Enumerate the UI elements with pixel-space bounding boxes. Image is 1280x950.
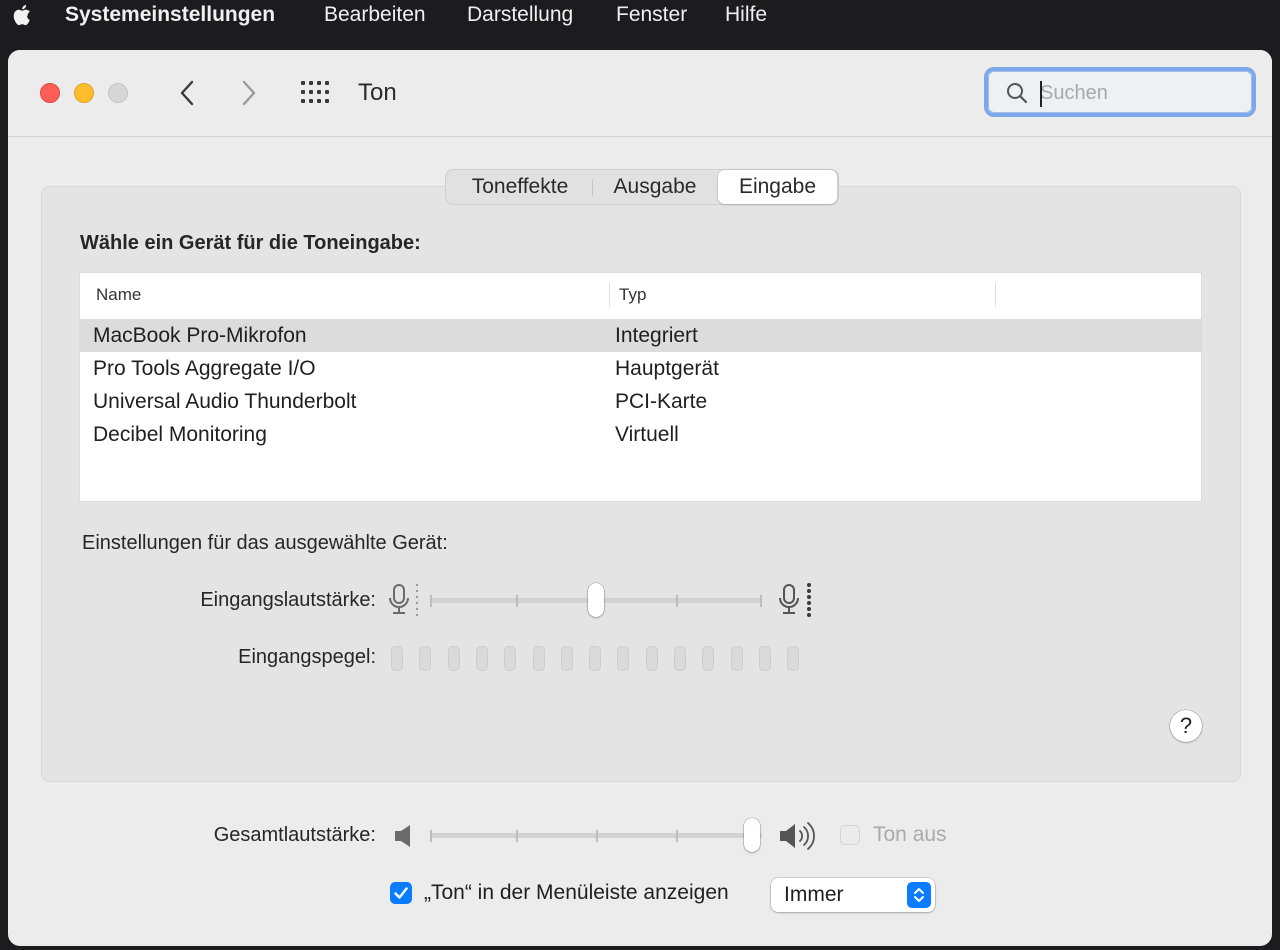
table-row[interactable]: Pro Tools Aggregate I/O Hauptgerät: [80, 352, 1201, 385]
input-volume-slider-knob[interactable]: [588, 583, 604, 617]
device-name: MacBook Pro-Mikrofon: [93, 324, 307, 347]
device-settings-heading: Einstellungen für das ausgewählte Gerät:: [82, 532, 448, 554]
device-name: Pro Tools Aggregate I/O: [93, 357, 316, 380]
popup-value: Immer: [784, 883, 844, 906]
device-name: Universal Audio Thunderbolt: [93, 390, 357, 413]
choose-device-heading: Wähle ein Gerät für die Toneingabe:: [80, 232, 421, 254]
show-all-grid-icon[interactable]: [300, 80, 332, 106]
device-name: Decibel Monitoring: [93, 423, 267, 446]
apple-logo-icon[interactable]: [10, 3, 32, 27]
level-segment: [758, 646, 771, 671]
help-button[interactable]: ?: [1170, 710, 1202, 742]
level-segment: [504, 646, 517, 671]
up-down-chevron-icon: [914, 888, 924, 902]
device-type: Hauptgerät: [615, 357, 719, 380]
window-title: Ton: [358, 79, 397, 106]
level-segment: [787, 646, 800, 671]
level-segment: [447, 646, 460, 671]
tab-toneffekte[interactable]: Toneffekte: [448, 170, 592, 204]
tab-bar: Toneffekte Ausgabe Eingabe: [445, 169, 839, 205]
zoom-button[interactable]: [108, 83, 128, 103]
slider-tick: [676, 830, 678, 842]
microphone-low-icon: [389, 583, 419, 617]
level-segment: [532, 646, 545, 671]
level-segment: [391, 646, 403, 671]
column-separator: [995, 283, 996, 307]
output-volume-label: Gesamtlautstärke:: [213, 824, 376, 846]
text-caret: [1040, 81, 1042, 107]
level-segment: [674, 646, 686, 671]
level-segment: [589, 646, 602, 671]
table-row[interactable]: Universal Audio Thunderbolt PCI-Karte: [80, 385, 1201, 418]
tab-ausgabe[interactable]: Ausgabe: [593, 170, 717, 204]
level-segment: [645, 646, 658, 671]
slider-tick: [676, 595, 678, 607]
search-field[interactable]: [984, 67, 1256, 117]
device-type: Virtuell: [615, 423, 679, 446]
tab-eingabe[interactable]: Eingabe: [718, 170, 837, 204]
search-input[interactable]: [1040, 79, 1240, 107]
level-segment: [617, 646, 630, 671]
menu-app-name[interactable]: Systemeinstellungen: [65, 3, 275, 27]
slider-tick: [430, 595, 432, 607]
input-device-table[interactable]: Name Typ MacBook Pro-Mikrofon Integriert…: [79, 272, 1202, 502]
popup-arrows: [907, 882, 931, 908]
back-chevron-icon[interactable]: [172, 77, 202, 109]
device-type: PCI-Karte: [615, 390, 708, 413]
column-header-name[interactable]: Name: [96, 285, 141, 305]
system-preferences-window: Ton Toneffekte Ausgabe Eingabe Wähle ein…: [8, 50, 1272, 946]
input-volume-label: Eingangslautstärke:: [200, 589, 376, 611]
close-button[interactable]: [40, 83, 60, 103]
table-header: Name Typ: [80, 273, 1201, 320]
table-row[interactable]: Decibel Monitoring Virtuell: [80, 418, 1201, 451]
microphone-high-icon: [779, 583, 811, 617]
speaker-low-icon: [395, 825, 410, 847]
menu-bar: Systemeinstellungen Bearbeiten Darstellu…: [0, 0, 1280, 30]
toolbar: Ton: [8, 50, 1272, 137]
checkmark-icon: [394, 887, 408, 899]
level-segment: [730, 646, 743, 671]
search-icon: [1007, 83, 1028, 104]
table-row[interactable]: MacBook Pro-Mikrofon Integriert: [80, 319, 1201, 352]
level-segment: [560, 646, 573, 671]
slider-tick: [596, 830, 598, 842]
minimize-button[interactable]: [74, 83, 94, 103]
level-segment: [702, 646, 715, 671]
input-level-label: Eingangspegel:: [238, 646, 376, 668]
column-separator: [609, 283, 610, 307]
output-volume-slider-knob[interactable]: [744, 818, 760, 852]
mute-label: Ton aus: [873, 823, 947, 846]
menu-fenster[interactable]: Fenster: [616, 3, 687, 27]
forward-chevron-icon[interactable]: [234, 77, 264, 109]
show-in-menubar-checkbox[interactable]: [390, 882, 412, 904]
menu-darstellung[interactable]: Darstellung: [467, 3, 573, 27]
slider-tick: [430, 830, 432, 842]
level-segment: [419, 646, 432, 671]
show-in-menubar-popup[interactable]: Immer: [771, 878, 935, 912]
menu-bearbeiten[interactable]: Bearbeiten: [324, 3, 426, 27]
menu-hilfe[interactable]: Hilfe: [725, 3, 767, 27]
level-segment: [475, 646, 488, 671]
show-in-menubar-label: „Ton“ in der Menüleiste anzeigen: [424, 881, 729, 904]
slider-tick: [516, 830, 518, 842]
speaker-high-icon: [780, 822, 815, 850]
column-header-type[interactable]: Typ: [619, 285, 646, 305]
mute-checkbox[interactable]: [840, 825, 860, 845]
slider-tick: [760, 595, 762, 607]
slider-tick: [516, 595, 518, 607]
device-type: Integriert: [615, 324, 698, 347]
